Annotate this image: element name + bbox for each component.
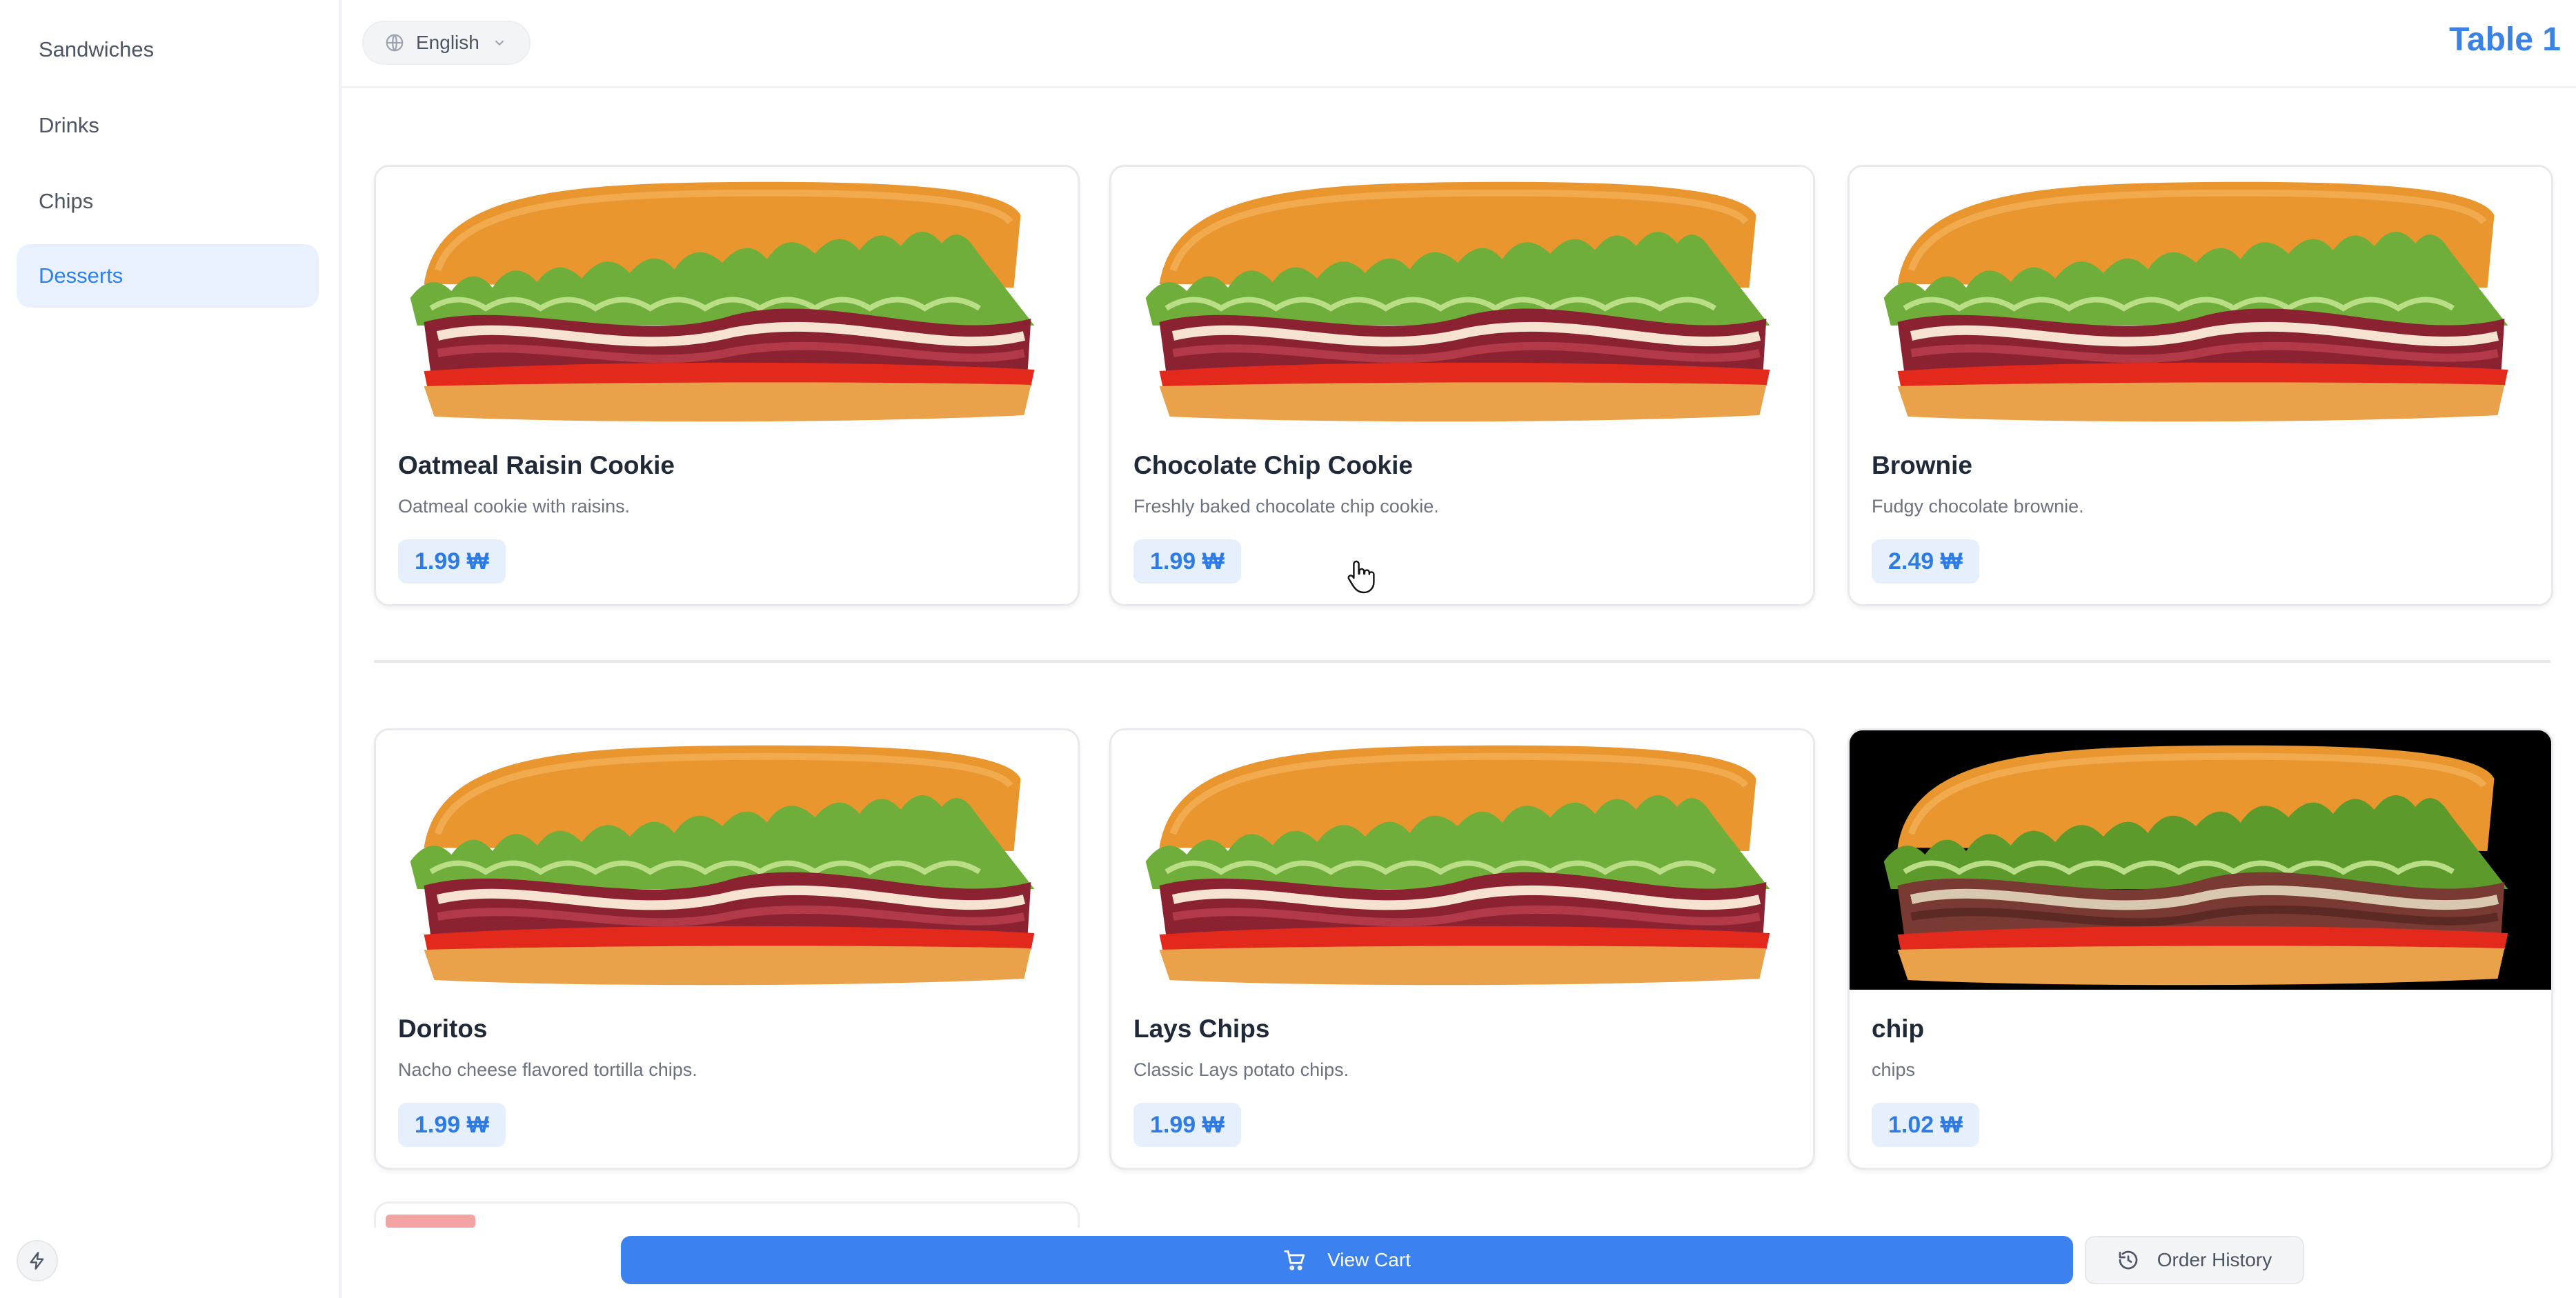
product-description: chips — [1872, 1059, 1916, 1080]
language-selector[interactable]: English — [362, 21, 531, 65]
product-description: Nacho cheese flavored tortilla chips. — [398, 1059, 697, 1080]
product-image — [1850, 730, 2551, 990]
sidebar-item-desserts[interactable]: Desserts — [17, 244, 319, 308]
row-divider — [374, 660, 2550, 663]
history-icon — [2119, 1250, 2138, 1270]
globe-icon — [386, 34, 404, 52]
product-name: Lays Chips — [1133, 1015, 1270, 1043]
product-price: 2.49 ₩ — [1872, 539, 1979, 583]
sidebar-item-chips[interactable]: Chips — [17, 170, 319, 233]
bolt-button[interactable] — [17, 1240, 58, 1281]
product-name: Brownie — [1872, 451, 1972, 479]
sidebar-item-label: Drinks — [39, 113, 99, 137]
product-image — [376, 730, 1078, 990]
product-price: 1.99 ₩ — [1133, 539, 1241, 583]
product-description: Oatmeal cookie with raisins. — [398, 496, 631, 517]
product-card[interactable]: chip chips 1.02 ₩ — [1847, 728, 2553, 1170]
product-description: Fudgy chocolate brownie. — [1872, 496, 2084, 517]
product-card[interactable]: Chocolate Chip Cookie Freshly baked choc… — [1109, 165, 1815, 606]
product-name: Chocolate Chip Cookie — [1133, 451, 1413, 479]
product-name: Doritos — [398, 1015, 488, 1043]
view-cart-button[interactable]: View Cart — [621, 1236, 2073, 1284]
product-card[interactable]: Lays Chips Classic Lays potato chips. 1.… — [1109, 728, 1815, 1170]
product-price: 1.02 ₩ — [1872, 1103, 1979, 1147]
sidebar-item-label: Sandwiches — [39, 37, 155, 61]
badge-partial — [386, 1215, 475, 1228]
sidebar-item-drinks[interactable]: Drinks — [17, 94, 319, 157]
product-price: 1.99 ₩ — [398, 1103, 506, 1147]
product-price: 1.99 ₩ — [1133, 1103, 1241, 1147]
language-label: English — [416, 32, 479, 53]
sidebar-item-sandwiches[interactable]: Sandwiches — [17, 18, 319, 81]
order-history-button[interactable]: Order History — [2085, 1236, 2304, 1284]
cart-icon — [1284, 1250, 1305, 1270]
product-card[interactable]: Brownie Fudgy chocolate brownie. 2.49 ₩ — [1847, 165, 2553, 606]
app-root: Sandwiches Drinks Chips Desserts English… — [0, 0, 2576, 1298]
product-image — [1111, 730, 1813, 990]
product-name: chip — [1872, 1015, 1925, 1043]
sidebar-item-label: Chips — [39, 189, 94, 213]
product-description: Classic Lays potato chips. — [1133, 1059, 1349, 1080]
product-name: Oatmeal Raisin Cookie — [398, 451, 675, 479]
sidebar-item-label: Desserts — [39, 263, 123, 288]
bolt-icon — [30, 1252, 44, 1270]
chevron-down-icon — [495, 40, 504, 46]
product-image — [1850, 167, 2551, 426]
product-image — [376, 167, 1078, 426]
product-card[interactable]: Doritos Nacho cheese flavored tortilla c… — [374, 728, 1080, 1170]
product-description: Freshly baked chocolate chip cookie. — [1133, 496, 1439, 517]
top-header: English Table 1 — [341, 0, 2576, 88]
view-cart-label: View Cart — [1327, 1249, 1411, 1270]
product-image — [1111, 167, 1813, 426]
product-price: 1.99 ₩ — [398, 539, 506, 583]
table-label: Table 1 — [2449, 21, 2561, 58]
order-history-label: Order History — [2157, 1249, 2272, 1270]
product-card[interactable]: Oatmeal Raisin Cookie Oatmeal cookie wit… — [374, 165, 1080, 606]
category-sidebar: Sandwiches Drinks Chips Desserts — [0, 0, 341, 1298]
